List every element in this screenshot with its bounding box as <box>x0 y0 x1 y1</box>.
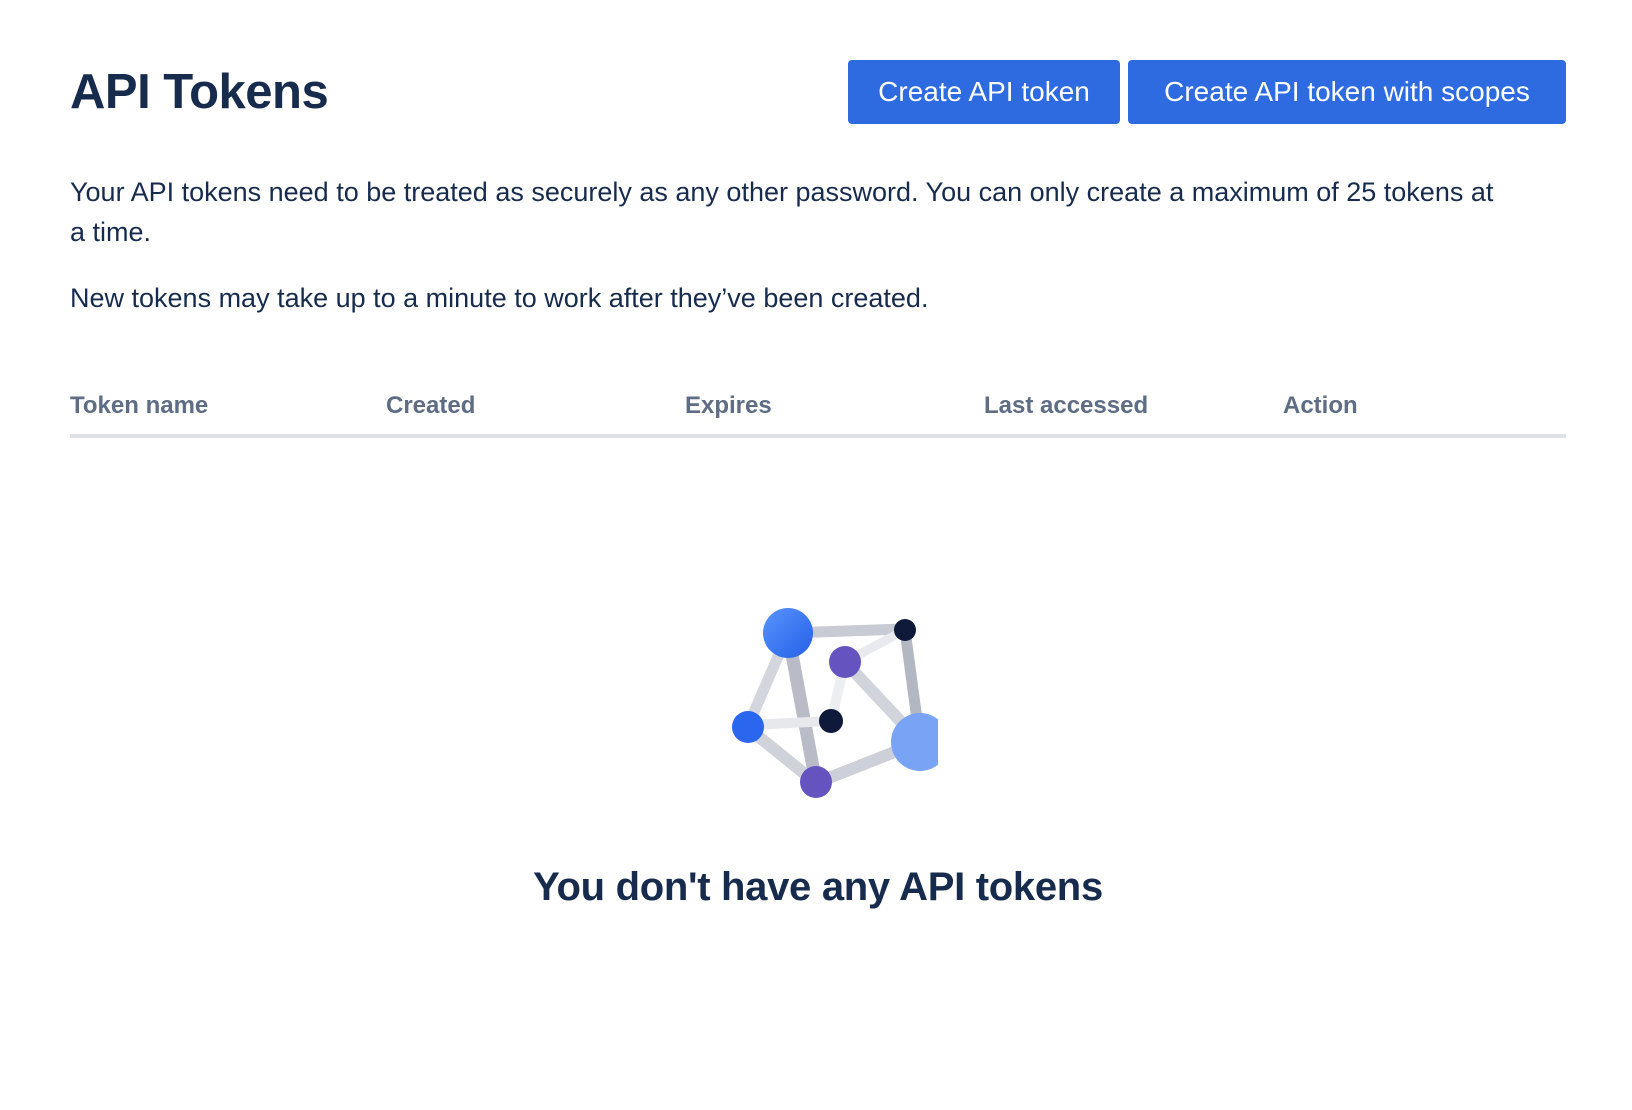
create-api-token-with-scopes-button[interactable]: Create API token with scopes <box>1128 60 1566 124</box>
security-description: Your API tokens need to be treated as se… <box>70 177 1494 247</box>
activation-delay-note: New tokens may take up to a minute to wo… <box>70 283 929 313</box>
network-nodes-illustration-icon <box>732 608 938 798</box>
column-header-expires: Expires <box>685 392 772 419</box>
empty-state-message: You don't have any API tokens <box>533 865 1103 909</box>
node <box>819 709 843 733</box>
header-actions: Create API token Create API token with s… <box>848 60 1566 124</box>
node <box>800 766 832 798</box>
page-header: API Tokens Create API token Create API t… <box>70 60 1566 126</box>
node <box>763 608 813 658</box>
column-header-token-name: Token name <box>70 392 209 419</box>
column-header-action: Action <box>1283 392 1358 419</box>
tokens-table-header: Token name Created Expires Last accessed… <box>70 388 1566 438</box>
column-header-created: Created <box>386 392 476 419</box>
node <box>829 646 861 678</box>
page-title: API Tokens <box>70 65 329 119</box>
api-tokens-page: API Tokens Create API token Create API t… <box>70 0 1566 1110</box>
node <box>894 619 916 641</box>
node <box>732 711 764 743</box>
column-header-last-accessed: Last accessed <box>984 392 1149 419</box>
create-api-token-button[interactable]: Create API token <box>848 60 1120 124</box>
